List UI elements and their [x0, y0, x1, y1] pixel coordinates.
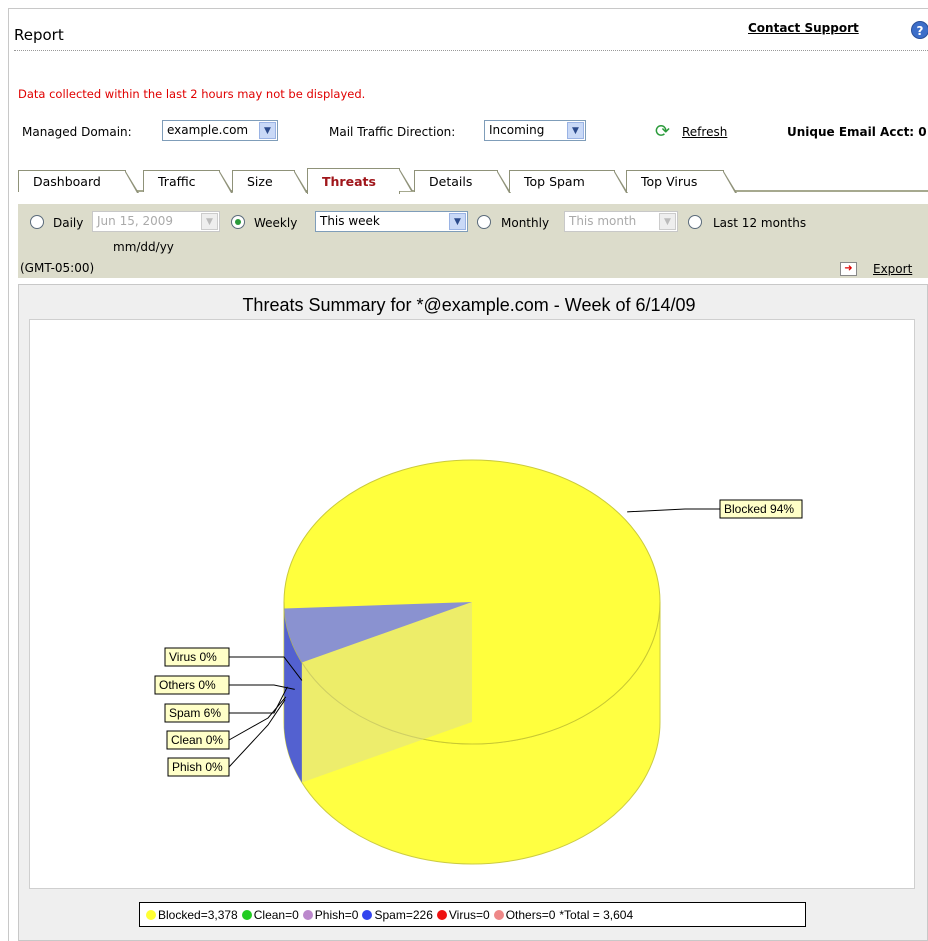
mail-direction-label: Mail Traffic Direction: [329, 125, 456, 139]
weekly-value: This week [320, 214, 380, 228]
callout-label-blocked: Blocked 94% [724, 502, 794, 516]
mail-direction-value: Incoming [489, 123, 545, 137]
chevron-down-icon: ▼ [449, 213, 466, 230]
callout-line-blocked [627, 508, 720, 513]
tab-threats[interactable]: Threats [307, 168, 413, 194]
unique-email-acct: Unique Email Acct: 0 [787, 125, 927, 139]
daily-radio[interactable] [30, 215, 44, 229]
legend-text: Blocked=3,378 [158, 908, 238, 922]
managed-domain-value: example.com [167, 123, 249, 137]
legend-item-phish: Phish=0 [302, 908, 359, 922]
managed-domain-label: Managed Domain: [22, 125, 132, 139]
legend-dot [362, 910, 373, 920]
daily-label: Daily [53, 216, 84, 230]
callout-label-phish: Phish 0% [172, 760, 223, 774]
legend-text: Clean=0 [253, 908, 299, 922]
chart-plot-area: Blocked 94% Virus 0% Others 0% Spam 6% Clean… [29, 319, 915, 889]
mail-direction-select[interactable]: Incoming ▼ [484, 120, 586, 141]
help-icon[interactable]: ? [911, 21, 928, 39]
export-icon[interactable]: ➜ [840, 262, 857, 276]
date-format-hint: mm/dd/yy [113, 240, 174, 254]
legend-text: Virus=0 [448, 908, 490, 922]
callout-line-phish [228, 699, 286, 768]
last-12-months-label: Last 12 months [713, 216, 807, 230]
refresh-link[interactable]: Refresh [682, 125, 727, 139]
chevron-down-icon: ▼ [201, 213, 218, 230]
monthly-radio[interactable] [477, 215, 491, 229]
monthly-select[interactable]: This month ▼ [564, 211, 678, 232]
legend-dot [493, 910, 504, 920]
tab-size[interactable]: Size [232, 170, 308, 193]
managed-domain-select[interactable]: example.com ▼ [162, 120, 278, 141]
callout-label-virus: Virus 0% [169, 650, 217, 664]
title-divider [14, 50, 928, 51]
monthly-value: This month [569, 214, 637, 228]
callout-label-clean: Clean 0% [171, 733, 223, 747]
tab-top-spam[interactable]: Top Spam [509, 170, 628, 193]
report-tabs: Dashboard Traffic Size Threats Details T… [18, 168, 928, 194]
monthly-label: Monthly [501, 216, 550, 230]
callout-line-clean [228, 696, 287, 741]
legend-dot [146, 910, 156, 920]
callout-label-others: Others 0% [159, 678, 216, 692]
tab-details[interactable]: Details [414, 170, 511, 193]
legend-item-clean: Clean=0 [241, 908, 299, 922]
chevron-down-icon: ▼ [659, 213, 676, 230]
threats-pie-chart: Blocked 94% Virus 0% Others 0% Spam 6% Clean… [154, 459, 803, 865]
legend-dot [241, 910, 252, 920]
tab-traffic[interactable]: Traffic [143, 170, 233, 193]
legend-text: Others=0 [505, 908, 556, 922]
daily-date-value: Jun 15, 2009 [97, 214, 174, 228]
legend-dot [302, 910, 313, 920]
weekly-label: Weekly [254, 216, 298, 230]
chart-panel: Threats Summary for *@example.com - Week… [18, 284, 928, 941]
legend-item-virus: Virus=0 [436, 908, 490, 922]
legend-item-others: Others=0 [493, 908, 556, 922]
legend-item-blocked: Blocked=3,378 [146, 908, 238, 922]
tab-top-virus[interactable]: Top Virus [626, 170, 737, 193]
chart-legend: Blocked=3,378 Clean=0 Phish=0 Spam=226 Virus… [139, 902, 806, 927]
legend-dot [436, 910, 447, 920]
legend-total: *Total = 3,604 [559, 908, 634, 922]
tab-dashboard[interactable]: Dashboard [18, 170, 139, 193]
legend-text: Spam=226 [374, 908, 433, 922]
weekly-radio[interactable] [231, 215, 245, 229]
export-link[interactable]: Export [873, 262, 912, 276]
report-controls: Managed Domain: example.com ▼ Mail Traff… [22, 120, 928, 144]
callout-label-spam: Spam 6% [169, 706, 221, 720]
date-filter-bar: Daily Jun 15, 2009 ▼ mm/dd/yy Weekly Thi… [18, 204, 928, 278]
daily-date-select[interactable]: Jun 15, 2009 ▼ [92, 211, 220, 232]
chart-title: Threats Summary for *@example.com - Week… [242, 295, 696, 315]
page-title: Report [14, 26, 64, 44]
last-12-months-radio[interactable] [688, 215, 702, 229]
refresh-icon[interactable]: ⟳ [655, 121, 670, 142]
legend-text: Phish=0 [314, 908, 359, 922]
chevron-down-icon: ▼ [259, 122, 276, 139]
weekly-select[interactable]: This week ▼ [315, 211, 468, 232]
contact-support-link[interactable]: Contact Support [748, 21, 859, 35]
data-delay-warning: Data collected within the last 2 hours m… [18, 87, 366, 101]
chevron-down-icon: ▼ [567, 122, 584, 139]
legend-item-spam: Spam=226 [362, 908, 433, 922]
timezone-label: (GMT-05:00) [20, 261, 95, 275]
